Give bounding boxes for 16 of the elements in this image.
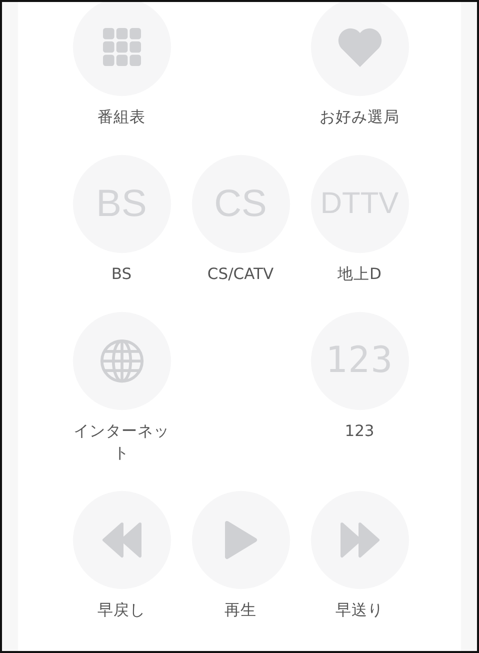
button-label: 番組表 xyxy=(96,107,146,128)
rewind-icon xyxy=(102,522,142,558)
button-label: 早送り xyxy=(334,600,384,621)
button-label: 123 xyxy=(344,421,376,442)
heart-icon xyxy=(336,27,382,67)
fast-forward-icon xyxy=(340,522,380,558)
globe-icon xyxy=(98,338,144,384)
button-label: CS/CATV xyxy=(206,264,275,285)
button-label: BS xyxy=(110,264,133,285)
button-label: 早戻し xyxy=(96,600,146,621)
button-label: インターネット xyxy=(72,421,170,464)
play-icon xyxy=(224,520,258,560)
button-label: お好み選局 xyxy=(318,107,400,128)
grid-icon xyxy=(102,28,140,66)
button-label: 再生 xyxy=(224,600,258,621)
button-label: 地上D xyxy=(336,264,382,285)
